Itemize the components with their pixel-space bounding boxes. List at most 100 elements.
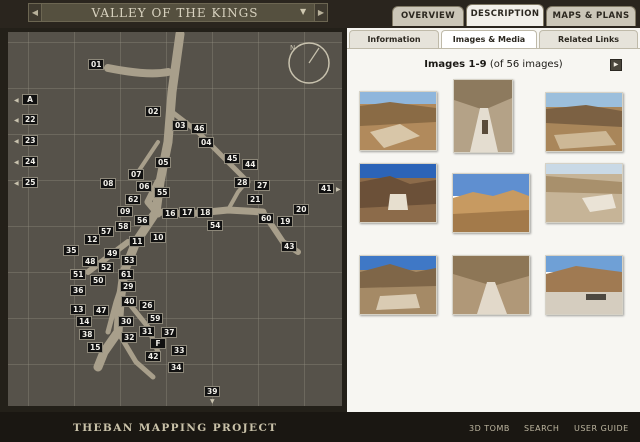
footer-link-user-guide[interactable]: USER GUIDE [574, 424, 629, 433]
tomb-marker[interactable]: 44 [242, 159, 259, 170]
tomb-marker[interactable]: 29 [120, 281, 137, 292]
tomb-marker[interactable]: 27 [254, 180, 271, 191]
tomb-marker[interactable]: 07 [128, 169, 145, 180]
subtab-divider [347, 48, 640, 49]
image-thumbnail[interactable] [545, 255, 623, 315]
tomb-marker[interactable]: 10 [150, 232, 167, 243]
left-arrow-icon[interactable]: ◀ [14, 138, 19, 145]
subtab-images-and-media[interactable]: Images & Media [441, 30, 537, 49]
down-arrow-icon[interactable]: ▼ [210, 398, 215, 405]
tomb-marker[interactable]: 13 [70, 304, 87, 315]
tomb-marker[interactable]: 46 [191, 123, 208, 134]
tomb-marker[interactable]: 40 [121, 296, 138, 307]
tomb-marker[interactable]: 56 [134, 215, 151, 226]
previous-site-arrow-icon[interactable]: ◀ [28, 3, 42, 22]
tomb-marker[interactable]: 34 [168, 362, 185, 373]
tomb-marker[interactable]: 18 [197, 207, 214, 218]
tomb-marker[interactable]: 03 [172, 120, 189, 131]
image-thumbnail[interactable] [453, 79, 513, 153]
tomb-marker[interactable]: 12 [84, 234, 101, 245]
image-thumbnail[interactable] [452, 255, 530, 315]
tomb-marker[interactable]: 47 [93, 305, 110, 316]
tomb-marker[interactable]: 36 [70, 285, 87, 296]
left-marker-22[interactable]: 22 [22, 114, 39, 125]
image-thumbnail[interactable] [359, 163, 437, 223]
site-dropdown-icon[interactable]: ▼ [300, 7, 306, 16]
footer-link-3d-tomb[interactable]: 3D TOMB [469, 424, 510, 433]
tomb-marker[interactable]: 35 [63, 245, 80, 256]
tomb-marker[interactable]: 32 [121, 332, 138, 343]
tab-overview[interactable]: OVERVIEW [392, 6, 464, 26]
image-thumbnail[interactable] [545, 92, 623, 152]
tomb-marker[interactable]: 01 [88, 59, 105, 70]
tomb-marker[interactable]: 04 [198, 137, 215, 148]
tomb-marker[interactable]: 16 [162, 208, 179, 219]
left-arrow-icon[interactable]: ◀ [14, 180, 19, 187]
tomb-marker[interactable]: 53 [121, 255, 138, 266]
description-panel: Information Images & Media Related Links… [347, 28, 640, 412]
tomb-marker[interactable]: 43 [281, 241, 298, 252]
image-thumbnail[interactable] [359, 91, 437, 151]
tomb-marker[interactable]: 54 [207, 220, 224, 231]
tomb-marker[interactable]: 11 [129, 236, 146, 247]
subtab-information[interactable]: Information [349, 30, 439, 49]
site-title-bar[interactable]: VALLEY OF THE KINGS [28, 3, 322, 22]
tomb-marker[interactable]: 15 [87, 342, 104, 353]
next-site-arrow-icon[interactable]: ▶ [314, 3, 328, 22]
tomb-marker[interactable]: 50 [90, 275, 107, 286]
tomb-marker[interactable]: 28 [234, 177, 251, 188]
tomb-marker[interactable]: 59 [147, 313, 164, 324]
tomb-marker[interactable]: 51 [70, 269, 87, 280]
tomb-marker[interactable]: 05 [155, 157, 172, 168]
compass-icon: N [288, 42, 330, 84]
tomb-marker[interactable]: 20 [293, 204, 310, 215]
tomb-marker[interactable]: 62 [125, 194, 142, 205]
right-arrow-icon[interactable]: ▶ [336, 186, 341, 193]
tomb-marker[interactable]: 48 [82, 256, 99, 267]
tomb-marker[interactable]: 33 [171, 345, 188, 356]
tomb-marker[interactable]: F [150, 338, 166, 349]
subtab-related-links[interactable]: Related Links [539, 30, 638, 49]
landscape-photo-icon [454, 80, 512, 152]
tomb-marker[interactable]: 61 [118, 269, 135, 280]
tomb-marker[interactable]: 37 [161, 327, 178, 338]
tomb-marker[interactable]: 39 [204, 386, 221, 397]
tomb-marker[interactable]: 57 [98, 226, 115, 237]
tomb-marker[interactable]: 30 [118, 316, 135, 327]
tomb-marker[interactable]: 17 [179, 207, 196, 218]
landscape-photo-icon [360, 164, 436, 222]
tab-maps-and-plans[interactable]: MAPS & PLANS [546, 6, 636, 26]
tomb-marker[interactable]: 58 [115, 221, 132, 232]
tomb-marker[interactable]: 26 [139, 300, 156, 311]
image-thumbnail[interactable] [359, 255, 437, 315]
image-thumbnail[interactable] [452, 173, 530, 233]
left-marker-23[interactable]: 23 [22, 135, 39, 146]
footer-link-search[interactable]: SEARCH [524, 424, 559, 433]
image-thumbnail[interactable] [545, 163, 623, 223]
tomb-marker[interactable]: 31 [139, 326, 156, 337]
left-arrow-icon[interactable]: ◀ [14, 97, 19, 104]
tomb-marker[interactable]: 08 [100, 178, 117, 189]
tomb-marker[interactable]: 38 [79, 329, 96, 340]
tomb-marker[interactable]: 42 [145, 351, 162, 362]
next-images-button[interactable]: ▶ [610, 59, 622, 71]
tomb-marker[interactable]: 06 [136, 181, 153, 192]
tab-description[interactable]: DESCRIPTION [466, 4, 544, 26]
left-marker-a[interactable]: A [22, 94, 38, 105]
tomb-marker[interactable]: 21 [247, 194, 264, 205]
left-arrow-icon[interactable]: ◀ [14, 117, 19, 124]
tomb-marker[interactable]: 41 [318, 183, 335, 194]
tomb-marker[interactable]: 45 [224, 153, 241, 164]
tomb-marker[interactable]: 02 [145, 106, 162, 117]
tomb-marker[interactable]: 60 [258, 213, 275, 224]
left-arrow-icon[interactable]: ◀ [14, 159, 19, 166]
left-marker-24[interactable]: 24 [22, 156, 39, 167]
left-marker-25[interactable]: 25 [22, 177, 39, 188]
tomb-marker[interactable]: 55 [154, 187, 171, 198]
tomb-marker[interactable]: 49 [104, 248, 121, 259]
tomb-marker[interactable]: 14 [76, 316, 93, 327]
valley-map[interactable]: N ◀ A ◀ 22 ◀ 23 ◀ 24 ◀ 25 01 02 03 46 04… [8, 32, 342, 406]
tomb-marker[interactable]: 19 [277, 216, 294, 227]
tomb-marker[interactable]: 09 [117, 206, 134, 217]
tomb-marker[interactable]: 52 [98, 262, 115, 273]
